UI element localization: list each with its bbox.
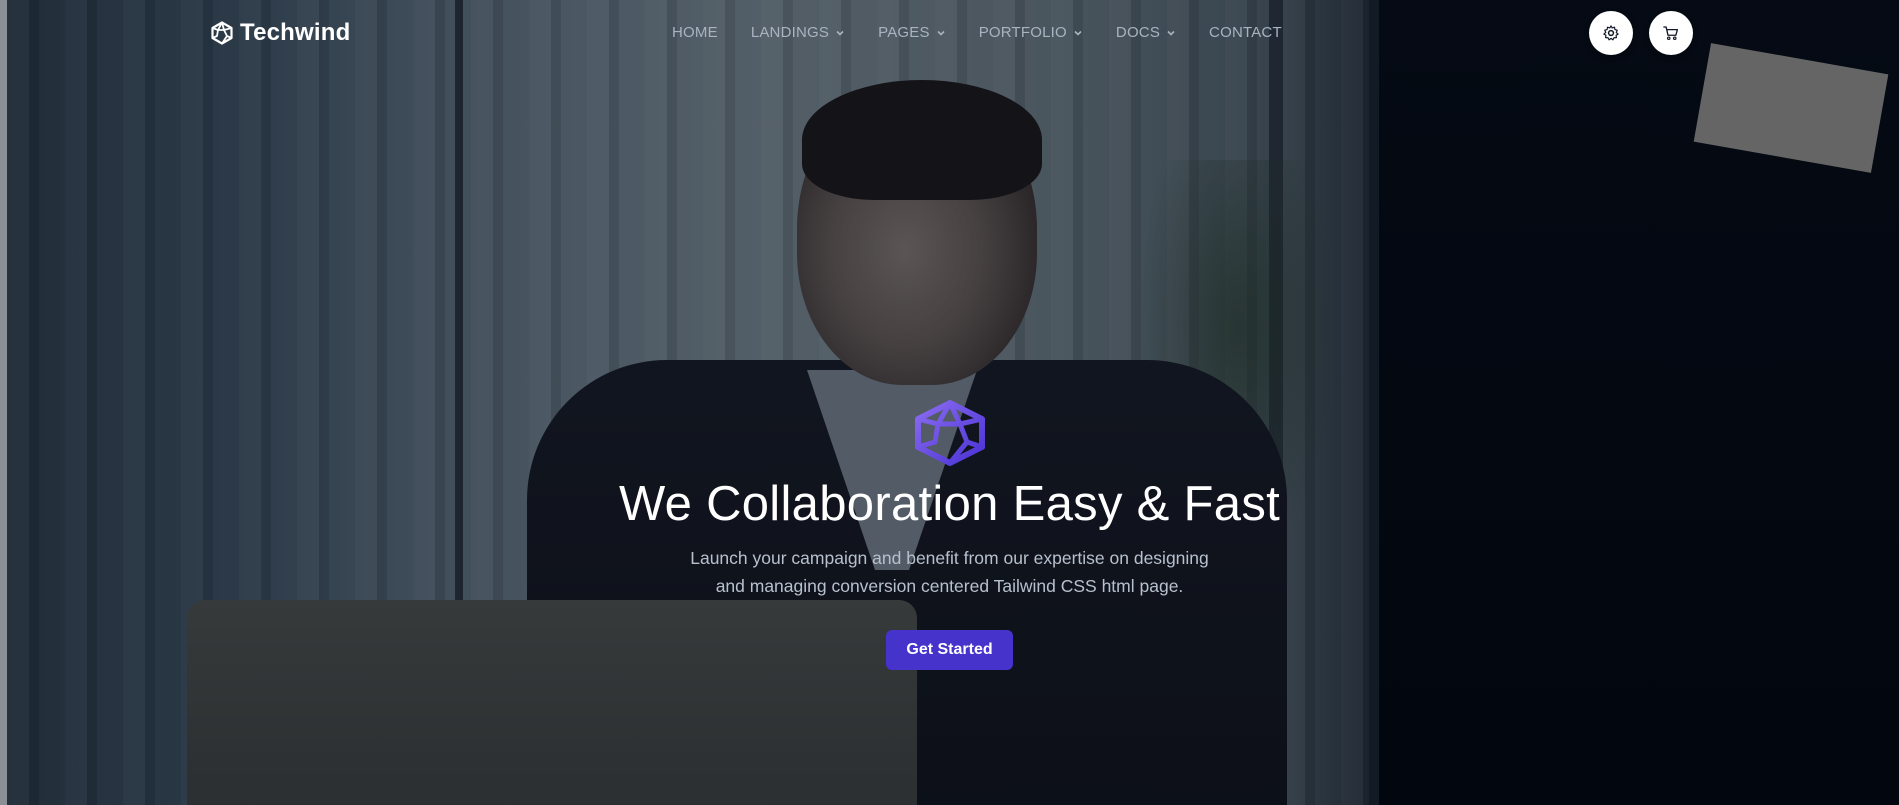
chevron-down-icon — [836, 30, 844, 36]
hexagon-cube-logo-icon — [211, 21, 233, 45]
hero-subtitle-line-1: Launch your campaign and benefit from ou… — [690, 548, 1209, 569]
hero-content: We Collaboration Easy & Fast Launch your… — [0, 400, 1899, 671]
nav-item-contact[interactable]: CONTACT — [1209, 24, 1282, 41]
shopping-cart-icon — [1663, 26, 1679, 41]
nav-label: PAGES — [878, 24, 930, 41]
nav-item-docs[interactable]: DOCS — [1116, 24, 1176, 41]
nav-item-portfolio[interactable]: PORTFOLIO — [979, 24, 1083, 41]
nav-item-home[interactable]: HOME — [672, 24, 718, 41]
gear-icon — [1603, 25, 1619, 41]
nav-label: HOME — [672, 24, 718, 41]
nav-item-pages[interactable]: PAGES — [878, 24, 946, 41]
top-navbar: Techwind HOME LANDINGS PAGES PORTFOLIO D… — [0, 0, 1899, 66]
main-menu: HOME LANDINGS PAGES PORTFOLIO DOCS CONTA… — [672, 24, 1315, 41]
nav-label: DOCS — [1115, 24, 1161, 41]
nav-link-portfolio[interactable]: PORTFOLIO — [979, 24, 1083, 41]
nav-item-landings[interactable]: LANDINGS — [751, 24, 845, 41]
nav-label: CONTACT — [1209, 24, 1282, 41]
brand-name: Techwind — [240, 19, 351, 46]
nav-link-landings[interactable]: LANDINGS — [751, 24, 845, 41]
nav-link-home[interactable]: HOME — [672, 24, 718, 41]
brand-logo-link[interactable]: Techwind — [210, 19, 351, 47]
nav-label: LANDINGS — [750, 24, 830, 41]
nav-link-pages[interactable]: PAGES — [878, 24, 946, 41]
hero-subtitle-line-2: and managing conversion centered Tailwin… — [715, 576, 1184, 597]
nav-label: PORTFOLIO — [978, 24, 1067, 41]
hexagon-cube-logo-icon — [914, 400, 985, 466]
chevron-down-icon — [937, 30, 945, 36]
nav-link-contact[interactable]: CONTACT — [1209, 24, 1282, 41]
cart-button[interactable] — [1649, 11, 1693, 55]
chevron-down-icon — [1167, 30, 1175, 36]
settings-button[interactable] — [1589, 11, 1633, 55]
hero-title: We Collaboration Easy & Fast — [618, 477, 1281, 531]
hero-subtitle: Launch your campaign and benefit from ou… — [650, 544, 1250, 600]
get-started-button[interactable]: Get Started — [886, 630, 1013, 671]
nav-link-docs[interactable]: DOCS — [1116, 24, 1176, 41]
chevron-down-icon — [1074, 30, 1082, 36]
